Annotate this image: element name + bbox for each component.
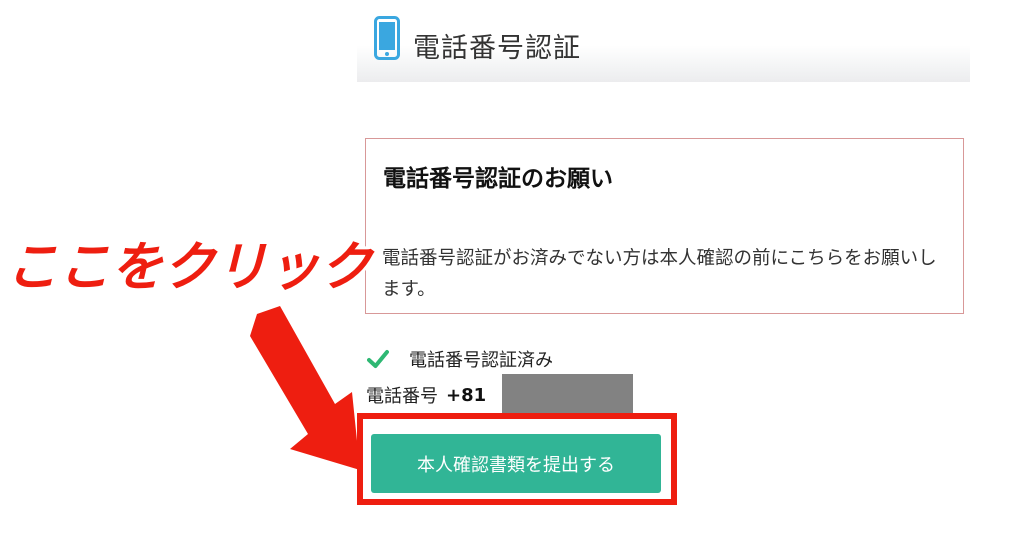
highlight-frame: 本人確認書類を提出する bbox=[357, 413, 677, 505]
callout-text: ここをクリック bbox=[6, 237, 375, 298]
click-here-callout: ここをクリック bbox=[4, 234, 376, 301]
notice-title: 電話番号認証のお願い bbox=[383, 166, 613, 192]
screenshot-stage: 電話番号認証 電話番号認証のお願い 電話番号認証がお済みでない方は本人確認の前に… bbox=[0, 0, 1024, 538]
phone-number-row: 電話番号 +81 bbox=[366, 381, 486, 409]
notice-body: 電話番号認証がお済みでない方は本人確認の前にこちらをお願いします。 bbox=[382, 248, 937, 300]
verified-status: 電話番号認証済み bbox=[367, 346, 553, 372]
page-title: 電話番号認証 bbox=[413, 33, 581, 64]
submit-id-documents-button[interactable]: 本人確認書類を提出する bbox=[371, 434, 661, 493]
verified-status-text: 電話番号認証済み bbox=[409, 350, 553, 371]
smartphone-icon bbox=[374, 16, 400, 60]
highlight-frame-inner: 本人確認書類を提出する bbox=[363, 419, 671, 499]
phone-country-code: +81 bbox=[446, 384, 487, 406]
checkmark-icon bbox=[367, 350, 389, 368]
phone-verification-panel: 電話番号認証 電話番号認証のお願い 電話番号認証がお済みでない方は本人確認の前に… bbox=[357, 0, 970, 538]
page-header: 電話番号認証 bbox=[357, 0, 970, 82]
notice-box: 電話番号認証のお願い 電話番号認証がお済みでない方は本人確認の前にこちらをお願い… bbox=[365, 138, 964, 314]
phone-number-redaction bbox=[502, 374, 633, 415]
arrow-down-right-icon bbox=[250, 306, 360, 470]
phone-number-label: 電話番号 bbox=[366, 386, 438, 407]
